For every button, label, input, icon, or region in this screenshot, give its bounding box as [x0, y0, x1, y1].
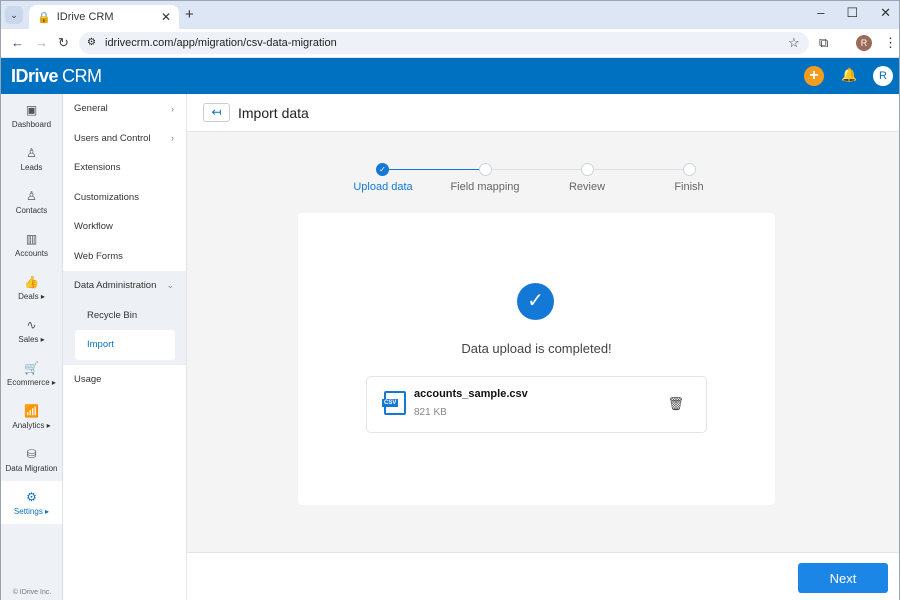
- rail-label: Settings ▸: [13, 506, 50, 516]
- module-icon: 👍: [24, 274, 39, 289]
- rail-item-leads[interactable]: ♙ Leads: [1, 137, 62, 180]
- rail-item-dashboard[interactable]: ▣ Dashboard: [1, 94, 62, 137]
- close-tab-icon[interactable]: ✕: [161, 10, 171, 24]
- back-button[interactable]: ↤: [203, 103, 230, 122]
- menu-item-recycle-bin[interactable]: Recycle Bin: [63, 301, 186, 331]
- main-content: ↤ Import data ✓ Upload data Field mappin…: [187, 94, 899, 552]
- step-label: Review: [568, 181, 606, 193]
- upload-card: ✓ Data upload is completed! CSV accounts…: [298, 213, 775, 505]
- module-icon: ∿: [26, 317, 37, 332]
- idrive-logo[interactable]: IDrive CRM: [11, 66, 102, 87]
- rail-item-ecommerce[interactable]: 🛒 Ecommerce ▸: [1, 352, 62, 395]
- footer-bar: Next: [187, 552, 899, 600]
- status-message: Data upload is completed!: [461, 341, 612, 356]
- site-settings-icon[interactable]: ⚙: [87, 32, 96, 54]
- chevron-right-icon: ›: [171, 103, 174, 114]
- menu-item-users-and-control[interactable]: Users and Control ›: [63, 124, 186, 154]
- browser-tab[interactable]: 🔒 IDrive CRM ✕: [29, 5, 179, 29]
- menu-item-data-administration[interactable]: Data Administration ⌄: [63, 271, 186, 301]
- menu-item-web-forms[interactable]: Web Forms: [63, 242, 186, 272]
- step-label: Finish: [674, 181, 704, 193]
- step-label: Upload data: [353, 181, 413, 193]
- tab-bar: ⌄ 🔒 IDrive CRM ✕ + – ☐ ✕: [1, 1, 899, 29]
- copyright: © IDrive Inc.: [12, 589, 52, 596]
- success-check-icon: ✓: [517, 283, 554, 320]
- add-icon[interactable]: +: [804, 66, 824, 86]
- rail-item-deals[interactable]: 👍 Deals ▸: [1, 266, 62, 309]
- rail-item-settings[interactable]: ⚙ Settings ▸: [1, 481, 62, 524]
- menu-item-workflow[interactable]: Workflow: [63, 212, 186, 242]
- csv-file-icon: CSV: [382, 391, 406, 415]
- module-icon: ▣: [25, 102, 38, 117]
- user-avatar[interactable]: R: [873, 66, 893, 86]
- module-icon: ⛁: [26, 446, 37, 461]
- menu-item-usage[interactable]: Usage: [63, 365, 186, 395]
- back-icon[interactable]: ←: [11, 35, 24, 50]
- bell-icon[interactable]: 🔔: [841, 67, 857, 83]
- step-check-icon: ✓: [376, 163, 389, 176]
- menu-item-customizations[interactable]: Customizations: [63, 183, 186, 213]
- rail-label: Accounts: [15, 248, 48, 258]
- step-dot: [683, 163, 696, 176]
- maximize-icon[interactable]: ☐: [846, 5, 858, 21]
- file-name: accounts_sample.csv: [414, 388, 528, 400]
- rail-label: Leads: [20, 162, 43, 172]
- tab-search-button[interactable]: ⌄: [5, 6, 23, 24]
- profile-avatar[interactable]: R: [856, 35, 872, 51]
- forward-icon[interactable]: →: [35, 35, 48, 50]
- trash-icon[interactable]: 🗑: [667, 396, 684, 412]
- address-bar-row: ← → ↻ ⚙ idrivecrm.com/app/migration/csv-d…: [1, 29, 899, 58]
- module-icon: ♙: [26, 188, 37, 203]
- page-title: Import data: [238, 105, 309, 121]
- step-label: Field mapping: [450, 181, 520, 193]
- new-tab-button[interactable]: +: [185, 6, 194, 23]
- file-size: 821 KB: [414, 407, 447, 418]
- minimize-icon[interactable]: –: [817, 5, 824, 21]
- rail-item-accounts[interactable]: ▥ Accounts: [1, 223, 62, 266]
- step-dot: [479, 163, 492, 176]
- rail-label: Dashboard: [11, 119, 52, 129]
- chevron-down-icon: ⌄: [166, 280, 174, 291]
- rail-label: Sales ▸: [18, 334, 45, 344]
- close-window-icon[interactable]: ✕: [880, 5, 891, 21]
- rail-label: Contacts: [15, 205, 48, 215]
- reload-icon[interactable]: ↻: [58, 35, 69, 51]
- rail-label: Data Migration: [5, 463, 58, 473]
- file-item: CSV accounts_sample.csv 821 KB 🗑: [366, 376, 707, 433]
- chevron-right-icon: ›: [171, 133, 174, 144]
- menu-item-import[interactable]: Import: [75, 330, 175, 360]
- extensions-icon[interactable]: ⧉: [819, 35, 828, 51]
- rail-label: Deals ▸: [18, 291, 45, 301]
- module-icon: ⚙: [26, 489, 37, 504]
- rail-label: Ecommerce ▸: [7, 377, 56, 387]
- module-rail: ▣ Dashboard ♙ Leads ♙ Contacts ▥ Accounts 👍 Deals…: [1, 94, 63, 600]
- tab-title: IDrive CRM: [56, 11, 114, 23]
- rail-item-sales[interactable]: ∿ Sales ▸: [1, 309, 62, 352]
- bookmark-star-icon[interactable]: ☆: [788, 35, 800, 51]
- menu-item-general[interactable]: General ›: [63, 94, 186, 124]
- rail-label: Analytics ▸: [12, 420, 51, 430]
- module-icon: 🛒: [24, 360, 39, 375]
- next-button[interactable]: Next: [798, 563, 888, 593]
- rail-item-data-migration[interactable]: ⛁ Data Migration: [1, 438, 62, 481]
- module-icon: ▥: [25, 231, 38, 246]
- step-dot: [581, 163, 594, 176]
- rail-item-analytics[interactable]: 📶 Analytics ▸: [1, 395, 62, 438]
- menu-item-extensions[interactable]: Extensions: [63, 153, 186, 183]
- rail-item-contacts[interactable]: ♙ Contacts: [1, 180, 62, 223]
- menu-kebab-icon[interactable]: ⋮: [884, 35, 897, 51]
- stepper: ✓ Upload data Field mapping Review Finis…: [187, 156, 899, 196]
- url-input[interactable]: ⚙ idrivecrm.com/app/migration/csv-data-mi…: [79, 32, 809, 54]
- module-icon: ♙: [26, 145, 37, 160]
- module-icon: 📶: [24, 403, 39, 418]
- settings-menu: General › Users and Control › Extensions C…: [63, 94, 187, 600]
- url-text: idrivecrm.com/app/migration/csv-data-mig…: [105, 37, 337, 49]
- favicon-icon: 🔒: [37, 11, 51, 24]
- app-header: IDrive CRM + 🔔 R: [1, 58, 899, 94]
